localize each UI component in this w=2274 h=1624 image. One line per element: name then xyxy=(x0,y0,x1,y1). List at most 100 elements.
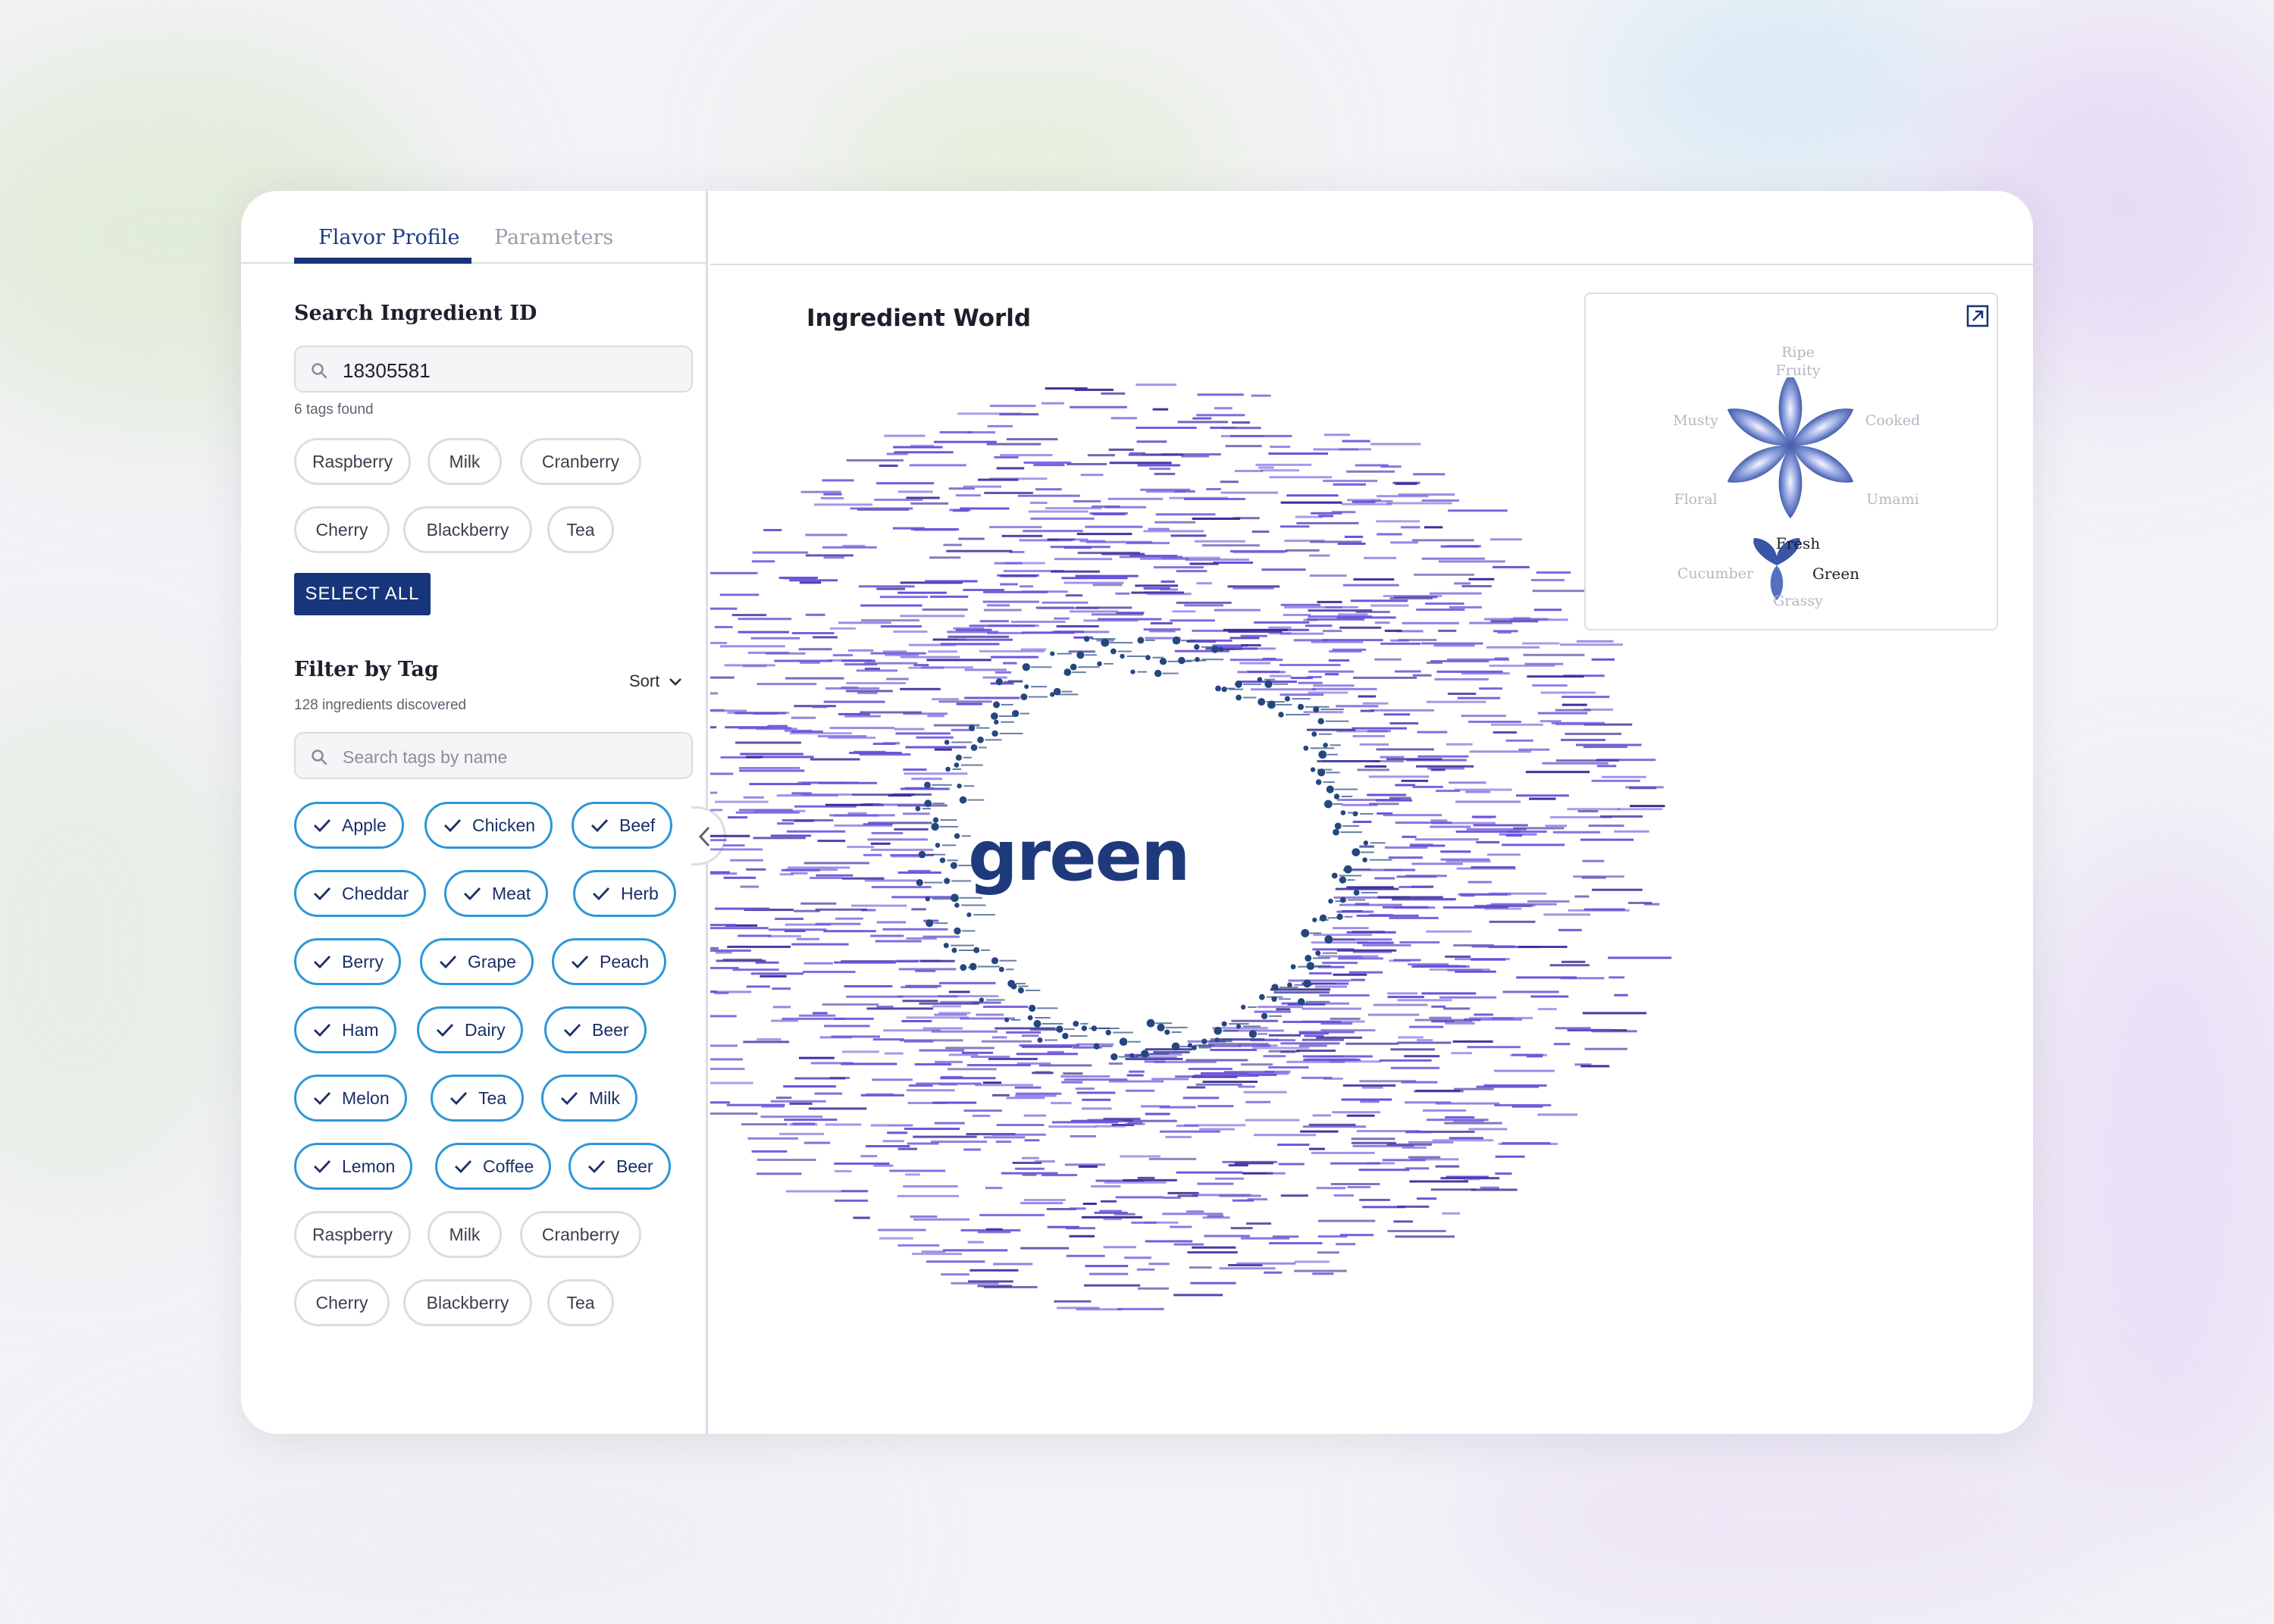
tag-node[interactable] xyxy=(995,678,1003,686)
tag-node[interactable] xyxy=(1352,811,1358,817)
tag-chip-berry[interactable]: Berry xyxy=(294,938,401,985)
tag-node[interactable] xyxy=(1050,651,1055,656)
tag-node[interactable] xyxy=(1076,651,1085,659)
tag-node[interactable] xyxy=(1073,1021,1079,1027)
tag-node[interactable] xyxy=(1315,950,1321,956)
sort-dropdown[interactable]: Sort xyxy=(629,671,682,691)
tag-node[interactable] xyxy=(994,719,999,724)
tag-node[interactable] xyxy=(1130,669,1135,674)
tab-flavor-profile[interactable]: Flavor Profile xyxy=(318,226,459,249)
tag-node[interactable] xyxy=(1305,954,1312,962)
tag-node[interactable] xyxy=(1334,822,1342,830)
tag-node[interactable] xyxy=(1326,785,1334,793)
tag-node[interactable] xyxy=(1070,663,1077,671)
tag-chip-cheddar[interactable]: Cheddar xyxy=(294,870,427,917)
tag-node[interactable] xyxy=(1172,636,1181,645)
tag-node[interactable] xyxy=(1311,731,1317,737)
tag-node[interactable] xyxy=(1298,998,1305,1006)
tag-node[interactable] xyxy=(1353,890,1360,896)
search-tag-raspberry[interactable]: Raspberry xyxy=(294,438,411,485)
tag-node[interactable] xyxy=(991,957,999,965)
tag-node[interactable] xyxy=(1333,793,1340,799)
tag-node[interactable] xyxy=(1264,680,1273,688)
tag-node[interactable] xyxy=(1062,1032,1069,1040)
tag-node[interactable] xyxy=(1290,964,1296,970)
tag-node[interactable] xyxy=(1331,872,1338,879)
tag-node[interactable] xyxy=(957,784,962,789)
tag-node[interactable] xyxy=(951,947,957,953)
tag-node[interactable] xyxy=(1157,1023,1165,1031)
tab-parameters[interactable]: Parameters xyxy=(494,226,613,249)
tag-pill-raspberry[interactable]: Raspberry xyxy=(294,1211,411,1258)
tag-node[interactable] xyxy=(1024,684,1029,690)
tag-pill-blackberry[interactable]: Blackberry xyxy=(403,1279,532,1326)
tag-node[interactable] xyxy=(1105,1029,1111,1036)
tag-node[interactable] xyxy=(1336,913,1343,920)
tag-node[interactable] xyxy=(1164,1029,1170,1035)
tag-node[interactable] xyxy=(918,850,926,859)
tag-node[interactable] xyxy=(939,857,946,863)
tag-node[interactable] xyxy=(932,817,939,823)
tag-node[interactable] xyxy=(960,964,967,972)
tag-chip-peach[interactable]: Peach xyxy=(552,938,667,985)
tag-node[interactable] xyxy=(1258,993,1265,1000)
tag-node[interactable] xyxy=(1119,1037,1128,1046)
tag-node[interactable] xyxy=(1328,898,1333,904)
tag-node[interactable] xyxy=(1007,980,1016,987)
tag-node[interactable] xyxy=(1284,696,1290,702)
tag-node[interactable] xyxy=(1318,750,1327,759)
tag-node[interactable] xyxy=(998,966,1004,972)
tag-node[interactable] xyxy=(1236,1024,1242,1029)
search-tag-blackberry[interactable]: Blackberry xyxy=(403,506,532,553)
tag-node[interactable] xyxy=(970,744,978,751)
select-all-button[interactable]: SELECT ALL xyxy=(294,573,431,615)
tag-chip-dairy[interactable]: Dairy xyxy=(417,1006,523,1053)
tag-node[interactable] xyxy=(1029,1004,1036,1012)
tag-node[interactable] xyxy=(945,766,951,772)
tag-node[interactable] xyxy=(1310,767,1316,772)
tag-chip-herb[interactable]: Herb xyxy=(573,870,676,917)
tag-chip-melon[interactable]: Melon xyxy=(294,1075,407,1122)
tag-node[interactable] xyxy=(1211,646,1219,653)
tag-node[interactable] xyxy=(1110,1053,1118,1061)
tag-node[interactable] xyxy=(1110,648,1117,655)
tag-node[interactable] xyxy=(935,843,941,848)
tag-node[interactable] xyxy=(991,712,998,720)
tag-node[interactable] xyxy=(1033,1019,1041,1028)
tag-node[interactable] xyxy=(1312,917,1317,922)
tag-node[interactable] xyxy=(969,962,977,971)
tag-node[interactable] xyxy=(954,762,960,768)
tag-node[interactable] xyxy=(954,903,960,908)
tag-node[interactable] xyxy=(1339,896,1346,903)
tag-node[interactable] xyxy=(969,724,976,731)
tag-pill-cherry[interactable]: Cherry xyxy=(294,1279,390,1326)
tag-chip-chicken[interactable]: Chicken xyxy=(424,802,553,849)
tag-node[interactable] xyxy=(943,943,949,949)
tag-node[interactable] xyxy=(1120,653,1125,659)
tag-node[interactable] xyxy=(1141,1050,1149,1058)
tag-node[interactable] xyxy=(1324,935,1333,944)
ingredient-id-search-input[interactable]: 18305581 xyxy=(294,346,693,393)
tag-node[interactable] xyxy=(1362,857,1367,862)
tag-node[interactable] xyxy=(1178,656,1186,665)
tag-node[interactable] xyxy=(1012,709,1020,718)
search-tag-milk[interactable]: Milk xyxy=(428,438,502,485)
tag-node[interactable] xyxy=(1093,1043,1100,1050)
tag-node[interactable] xyxy=(1101,638,1110,647)
search-tag-tea[interactable]: Tea xyxy=(547,506,614,553)
tag-node[interactable] xyxy=(1221,1021,1227,1027)
tag-node[interactable] xyxy=(1236,694,1242,701)
tag-node[interactable] xyxy=(1303,745,1309,751)
tag-node[interactable] xyxy=(1271,984,1279,991)
tag-node[interactable] xyxy=(1257,677,1263,682)
tag-node[interactable] xyxy=(1194,644,1200,650)
tag-chip-ham[interactable]: Ham xyxy=(294,1006,396,1053)
tag-node[interactable] xyxy=(1241,1004,1246,1010)
tag-node[interactable] xyxy=(1317,718,1324,724)
tag-node[interactable] xyxy=(955,754,962,761)
tag-node[interactable] xyxy=(1037,1037,1043,1043)
tag-node[interactable] xyxy=(924,799,932,808)
tag-node[interactable] xyxy=(1221,687,1227,693)
tag-node[interactable] xyxy=(1097,661,1102,667)
tag-node[interactable] xyxy=(954,833,960,839)
